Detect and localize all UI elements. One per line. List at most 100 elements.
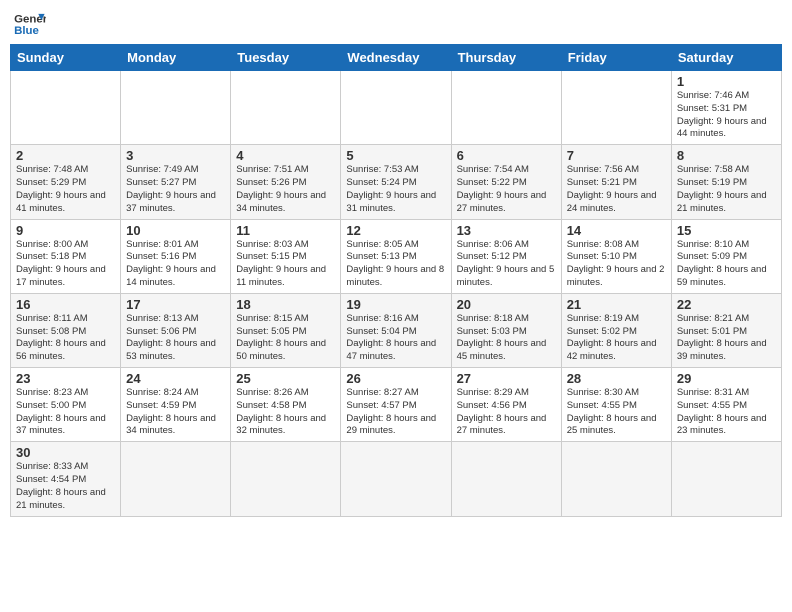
calendar-cell — [121, 71, 231, 145]
col-header-sunday: Sunday — [11, 45, 121, 71]
day-info: Sunrise: 8:30 AM Sunset: 4:55 PM Dayligh… — [567, 387, 666, 438]
calendar-week-1: 2Sunrise: 7:48 AM Sunset: 5:29 PM Daylig… — [11, 145, 782, 219]
calendar-cell: 17Sunrise: 8:13 AM Sunset: 5:06 PM Dayli… — [121, 293, 231, 367]
col-header-wednesday: Wednesday — [341, 45, 451, 71]
day-info: Sunrise: 8:16 AM Sunset: 5:04 PM Dayligh… — [346, 313, 445, 364]
calendar-week-4: 23Sunrise: 8:23 AM Sunset: 5:00 PM Dayli… — [11, 368, 782, 442]
calendar-cell: 13Sunrise: 8:06 AM Sunset: 5:12 PM Dayli… — [451, 219, 561, 293]
calendar-cell: 12Sunrise: 8:05 AM Sunset: 5:13 PM Dayli… — [341, 219, 451, 293]
calendar-week-2: 9Sunrise: 8:00 AM Sunset: 5:18 PM Daylig… — [11, 219, 782, 293]
calendar-cell: 14Sunrise: 8:08 AM Sunset: 5:10 PM Dayli… — [561, 219, 671, 293]
calendar-header: General Blue — [10, 10, 782, 38]
calendar-cell: 29Sunrise: 8:31 AM Sunset: 4:55 PM Dayli… — [671, 368, 781, 442]
day-number: 18 — [236, 297, 335, 312]
calendar-cell: 15Sunrise: 8:10 AM Sunset: 5:09 PM Dayli… — [671, 219, 781, 293]
day-number: 27 — [457, 371, 556, 386]
day-info: Sunrise: 8:19 AM Sunset: 5:02 PM Dayligh… — [567, 313, 666, 364]
day-info: Sunrise: 8:00 AM Sunset: 5:18 PM Dayligh… — [16, 239, 115, 290]
day-info: Sunrise: 8:05 AM Sunset: 5:13 PM Dayligh… — [346, 239, 445, 290]
day-info: Sunrise: 8:08 AM Sunset: 5:10 PM Dayligh… — [567, 239, 666, 290]
calendar-header-row: SundayMondayTuesdayWednesdayThursdayFrid… — [11, 45, 782, 71]
day-number: 11 — [236, 223, 335, 238]
day-info: Sunrise: 8:26 AM Sunset: 4:58 PM Dayligh… — [236, 387, 335, 438]
day-number: 12 — [346, 223, 445, 238]
day-number: 22 — [677, 297, 776, 312]
day-number: 2 — [16, 148, 115, 163]
day-info: Sunrise: 7:46 AM Sunset: 5:31 PM Dayligh… — [677, 90, 776, 141]
calendar-cell — [121, 442, 231, 516]
day-number: 24 — [126, 371, 225, 386]
day-number: 15 — [677, 223, 776, 238]
calendar-cell: 20Sunrise: 8:18 AM Sunset: 5:03 PM Dayli… — [451, 293, 561, 367]
calendar-cell: 27Sunrise: 8:29 AM Sunset: 4:56 PM Dayli… — [451, 368, 561, 442]
day-info: Sunrise: 8:24 AM Sunset: 4:59 PM Dayligh… — [126, 387, 225, 438]
day-info: Sunrise: 8:21 AM Sunset: 5:01 PM Dayligh… — [677, 313, 776, 364]
day-number: 28 — [567, 371, 666, 386]
calendar-cell — [561, 442, 671, 516]
col-header-tuesday: Tuesday — [231, 45, 341, 71]
calendar-cell: 1Sunrise: 7:46 AM Sunset: 5:31 PM Daylig… — [671, 71, 781, 145]
calendar-cell: 3Sunrise: 7:49 AM Sunset: 5:27 PM Daylig… — [121, 145, 231, 219]
logo: General Blue — [14, 10, 46, 38]
calendar-cell: 26Sunrise: 8:27 AM Sunset: 4:57 PM Dayli… — [341, 368, 451, 442]
day-number: 25 — [236, 371, 335, 386]
day-info: Sunrise: 7:56 AM Sunset: 5:21 PM Dayligh… — [567, 164, 666, 215]
calendar-cell: 4Sunrise: 7:51 AM Sunset: 5:26 PM Daylig… — [231, 145, 341, 219]
day-number: 7 — [567, 148, 666, 163]
calendar-cell — [451, 71, 561, 145]
day-number: 30 — [16, 445, 115, 460]
day-number: 6 — [457, 148, 556, 163]
day-number: 4 — [236, 148, 335, 163]
calendar-cell — [561, 71, 671, 145]
calendar-cell — [341, 71, 451, 145]
calendar-cell: 6Sunrise: 7:54 AM Sunset: 5:22 PM Daylig… — [451, 145, 561, 219]
day-number: 29 — [677, 371, 776, 386]
calendar-cell: 24Sunrise: 8:24 AM Sunset: 4:59 PM Dayli… — [121, 368, 231, 442]
calendar-cell: 10Sunrise: 8:01 AM Sunset: 5:16 PM Dayli… — [121, 219, 231, 293]
calendar-cell: 22Sunrise: 8:21 AM Sunset: 5:01 PM Dayli… — [671, 293, 781, 367]
col-header-monday: Monday — [121, 45, 231, 71]
day-info: Sunrise: 8:13 AM Sunset: 5:06 PM Dayligh… — [126, 313, 225, 364]
day-number: 17 — [126, 297, 225, 312]
day-info: Sunrise: 8:11 AM Sunset: 5:08 PM Dayligh… — [16, 313, 115, 364]
calendar-cell: 25Sunrise: 8:26 AM Sunset: 4:58 PM Dayli… — [231, 368, 341, 442]
calendar-week-3: 16Sunrise: 8:11 AM Sunset: 5:08 PM Dayli… — [11, 293, 782, 367]
day-info: Sunrise: 8:15 AM Sunset: 5:05 PM Dayligh… — [236, 313, 335, 364]
day-info: Sunrise: 8:27 AM Sunset: 4:57 PM Dayligh… — [346, 387, 445, 438]
calendar-cell: 2Sunrise: 7:48 AM Sunset: 5:29 PM Daylig… — [11, 145, 121, 219]
day-info: Sunrise: 7:51 AM Sunset: 5:26 PM Dayligh… — [236, 164, 335, 215]
calendar-cell: 9Sunrise: 8:00 AM Sunset: 5:18 PM Daylig… — [11, 219, 121, 293]
day-number: 3 — [126, 148, 225, 163]
day-number: 13 — [457, 223, 556, 238]
day-number: 21 — [567, 297, 666, 312]
day-number: 1 — [677, 74, 776, 89]
day-info: Sunrise: 8:23 AM Sunset: 5:00 PM Dayligh… — [16, 387, 115, 438]
day-info: Sunrise: 8:06 AM Sunset: 5:12 PM Dayligh… — [457, 239, 556, 290]
col-header-saturday: Saturday — [671, 45, 781, 71]
day-info: Sunrise: 7:54 AM Sunset: 5:22 PM Dayligh… — [457, 164, 556, 215]
day-number: 5 — [346, 148, 445, 163]
calendar-cell — [451, 442, 561, 516]
day-number: 26 — [346, 371, 445, 386]
calendar-cell — [671, 442, 781, 516]
day-number: 16 — [16, 297, 115, 312]
calendar-cell: 30Sunrise: 8:33 AM Sunset: 4:54 PM Dayli… — [11, 442, 121, 516]
day-info: Sunrise: 8:10 AM Sunset: 5:09 PM Dayligh… — [677, 239, 776, 290]
day-number: 9 — [16, 223, 115, 238]
generalblue-logo-icon: General Blue — [14, 10, 46, 38]
calendar-table: SundayMondayTuesdayWednesdayThursdayFrid… — [10, 44, 782, 517]
day-info: Sunrise: 8:01 AM Sunset: 5:16 PM Dayligh… — [126, 239, 225, 290]
calendar-cell: 7Sunrise: 7:56 AM Sunset: 5:21 PM Daylig… — [561, 145, 671, 219]
calendar-cell: 23Sunrise: 8:23 AM Sunset: 5:00 PM Dayli… — [11, 368, 121, 442]
day-number: 20 — [457, 297, 556, 312]
day-number: 23 — [16, 371, 115, 386]
calendar-cell — [341, 442, 451, 516]
day-info: Sunrise: 8:03 AM Sunset: 5:15 PM Dayligh… — [236, 239, 335, 290]
day-info: Sunrise: 7:49 AM Sunset: 5:27 PM Dayligh… — [126, 164, 225, 215]
day-info: Sunrise: 8:33 AM Sunset: 4:54 PM Dayligh… — [16, 461, 115, 512]
calendar-week-0: 1Sunrise: 7:46 AM Sunset: 5:31 PM Daylig… — [11, 71, 782, 145]
calendar-cell — [231, 71, 341, 145]
svg-text:Blue: Blue — [14, 25, 39, 37]
calendar-cell — [231, 442, 341, 516]
col-header-friday: Friday — [561, 45, 671, 71]
